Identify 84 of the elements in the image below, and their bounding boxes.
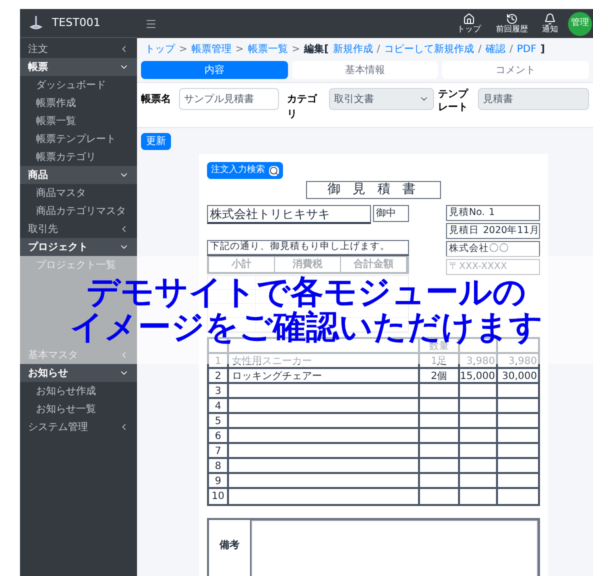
brand-name: TEST001 bbox=[52, 14, 100, 31]
breadcrumb-link[interactable]: 確認 bbox=[486, 42, 506, 57]
breadcrumb-link[interactable]: 帳票一覧 bbox=[248, 42, 288, 57]
search-button[interactable]: 注文入力検索 bbox=[207, 162, 283, 179]
greeting-text: 下記の通り、御見積もり申し上げます。 bbox=[207, 240, 409, 255]
breadcrumb-link[interactable]: PDF bbox=[516, 42, 536, 57]
table-cell: 1足 bbox=[420, 354, 460, 367]
breadcrumb-link[interactable]: コピーして新規作成 bbox=[384, 42, 474, 57]
breadcrumb-separator: > bbox=[292, 43, 300, 57]
bell-icon bbox=[544, 12, 556, 24]
table-cell: ロッキングチェアー bbox=[229, 369, 420, 382]
field-label: テンプレート bbox=[438, 88, 470, 114]
row-number: 3 bbox=[209, 384, 229, 397]
sidebar-item[interactable]: ダッシュボード bbox=[20, 76, 137, 94]
remarks-label: 備考 bbox=[220, 538, 240, 553]
input-field[interactable]: サンプル見積書 bbox=[179, 88, 279, 110]
breadcrumb-separator: > bbox=[235, 43, 244, 57]
remarks-field[interactable] bbox=[251, 520, 538, 576]
customer-name: 株式会社トリヒキサキ bbox=[207, 205, 371, 224]
breadcrumb-link[interactable]: 帳票管理 bbox=[191, 42, 232, 57]
row-number: 1 bbox=[209, 354, 229, 367]
select-field[interactable]: 取引文書 bbox=[329, 88, 434, 110]
update-button[interactable]: 更新 bbox=[141, 133, 171, 150]
tab[interactable]: 内容 bbox=[141, 61, 288, 79]
breadcrumb-current: 編集[ bbox=[304, 42, 329, 57]
banner-text: デモサイトで各モジュールの bbox=[86, 275, 526, 310]
top-bar-link[interactable]: トップ bbox=[457, 26, 481, 34]
row-number: 9 bbox=[209, 474, 229, 487]
sidebar-item[interactable]: 帳票カテゴリ bbox=[20, 148, 137, 166]
history-icon bbox=[506, 12, 518, 24]
info-field: 株式会社〇〇 bbox=[446, 241, 540, 257]
row-number: 7 bbox=[209, 444, 229, 457]
breadcrumb-separator: / bbox=[510, 43, 513, 57]
menu-icon[interactable] bbox=[145, 18, 157, 30]
breadcrumb-link[interactable]: 新規作成 bbox=[332, 42, 373, 57]
table-cell: 女性用スニーカー bbox=[229, 354, 420, 367]
field-label: 帳票名 bbox=[141, 92, 172, 107]
breadcrumb-separator: / bbox=[376, 43, 380, 57]
sidebar-item[interactable]: 帳票一覧 bbox=[20, 112, 137, 130]
table-cell: 3,980 bbox=[460, 354, 498, 367]
top-bar-link[interactable]: 通知 bbox=[542, 26, 558, 34]
search-icon bbox=[269, 166, 279, 176]
row-number: 5 bbox=[209, 414, 229, 427]
breadcrumb-separator: / bbox=[478, 43, 482, 57]
row-number: 8 bbox=[209, 459, 229, 472]
sidebar-item[interactable]: 帳票テンプレート bbox=[20, 130, 137, 148]
honorific: 御中 bbox=[373, 205, 409, 222]
table-cell: 2個 bbox=[420, 369, 460, 382]
info-field: 〒XXX-XXXX bbox=[446, 259, 540, 275]
table-header: 合計金額 bbox=[341, 257, 407, 272]
table-cell-text: 30,000 bbox=[501, 370, 538, 382]
table-cell-text: 3,980 bbox=[507, 355, 538, 367]
sidebar-section[interactable]: 注文 bbox=[20, 40, 137, 58]
row-number: 6 bbox=[209, 429, 229, 442]
sidebar-item[interactable]: 商品カテゴリマスタ bbox=[20, 202, 137, 220]
row-number: 2 bbox=[209, 369, 229, 382]
document-title: 御 見 積 書 bbox=[306, 181, 441, 199]
home-icon bbox=[463, 12, 475, 24]
sidebar-section[interactable]: システム管理 bbox=[20, 418, 137, 436]
tab[interactable]: 基本情報 bbox=[292, 61, 438, 79]
sidebar-item[interactable]: お知らせ一覧 bbox=[20, 400, 137, 418]
table-header: 消費税 bbox=[275, 257, 341, 272]
top-bar-link[interactable]: 前回履歴 bbox=[496, 26, 528, 34]
breadcrumb-separator: > bbox=[179, 43, 188, 57]
sidebar-section[interactable]: 取引先 bbox=[20, 220, 137, 238]
sidebar-item[interactable]: お知らせ作成 bbox=[20, 382, 137, 400]
info-field: 見積No. 1 bbox=[446, 205, 540, 221]
sidebar-section[interactable]: お知らせ bbox=[20, 364, 137, 382]
logo-icon bbox=[28, 15, 44, 31]
breadcrumb-link[interactable]: トップ bbox=[145, 42, 175, 57]
input-field[interactable]: 見積書 bbox=[478, 88, 589, 110]
sidebar-section[interactable]: プロジェクト bbox=[20, 238, 137, 256]
field-label: カテゴリ bbox=[286, 92, 318, 122]
breadcrumb-current: ] bbox=[540, 43, 545, 57]
info-field: 見積日 2020年11月 bbox=[446, 223, 540, 239]
table-header: 小計 bbox=[209, 257, 275, 272]
sidebar-section[interactable]: 商品 bbox=[20, 166, 137, 184]
row-number: 4 bbox=[209, 399, 229, 412]
table-cell: 15,000 bbox=[460, 369, 498, 382]
sidebar-item[interactable]: 商品マスタ bbox=[20, 184, 137, 202]
sidebar-item[interactable]: 帳票作成 bbox=[20, 94, 137, 112]
tab[interactable]: コメント bbox=[442, 61, 590, 79]
sidebar-section[interactable]: 帳票 bbox=[20, 58, 137, 76]
row-number: 10 bbox=[209, 489, 229, 504]
